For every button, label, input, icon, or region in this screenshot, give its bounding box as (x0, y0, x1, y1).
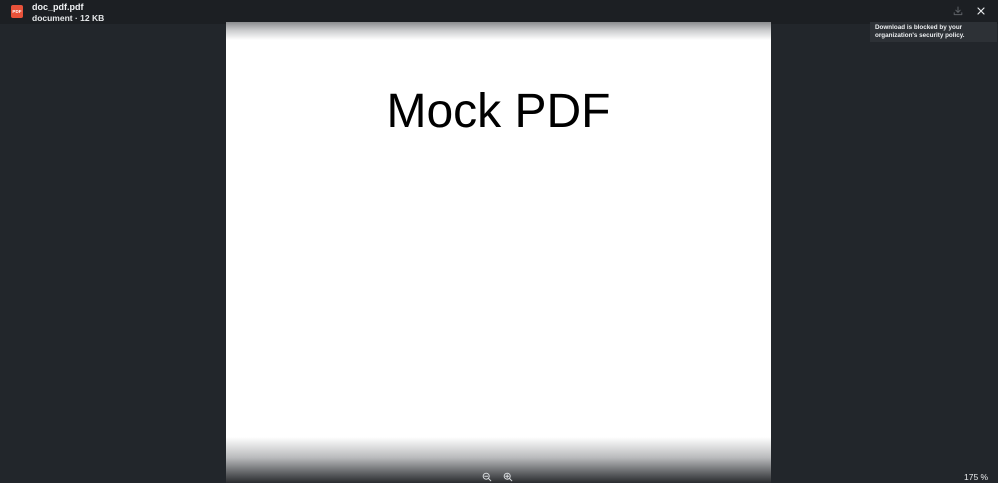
zoom-in-icon (503, 472, 513, 482)
file-text: doc_pdf.pdf document · 12 KB (32, 2, 104, 24)
zoom-out-button[interactable] (481, 471, 493, 483)
download-icon (953, 6, 963, 16)
file-name: doc_pdf.pdf (32, 2, 84, 12)
close-icon (977, 7, 985, 15)
zoom-out-icon (482, 472, 492, 482)
file-meta: document · 12 KB (32, 13, 105, 23)
download-button[interactable] (951, 4, 965, 18)
pdf-viewer: PDF doc_pdf.pdf document · 12 KB Mock PD… (0, 0, 998, 483)
top-bar: PDF doc_pdf.pdf document · 12 KB (0, 0, 998, 24)
file-info: PDF doc_pdf.pdf document · 12 KB (11, 2, 104, 24)
zoom-in-button[interactable] (502, 471, 514, 483)
bottom-bar: 175 % (0, 470, 998, 483)
page-title: Mock PDF (386, 85, 611, 138)
page-top-shadow (226, 22, 771, 40)
zoom-level: 175 % (964, 472, 989, 482)
tooltip-line-1: Download is blocked by your (875, 24, 963, 31)
download-blocked-tooltip: Download is blocked by your organization… (870, 22, 997, 42)
pdf-page: Mock PDF (226, 22, 771, 483)
tooltip-line-2: organization's security policy. (875, 32, 965, 39)
pdf-file-icon: PDF (11, 5, 23, 18)
close-button[interactable] (974, 4, 988, 18)
